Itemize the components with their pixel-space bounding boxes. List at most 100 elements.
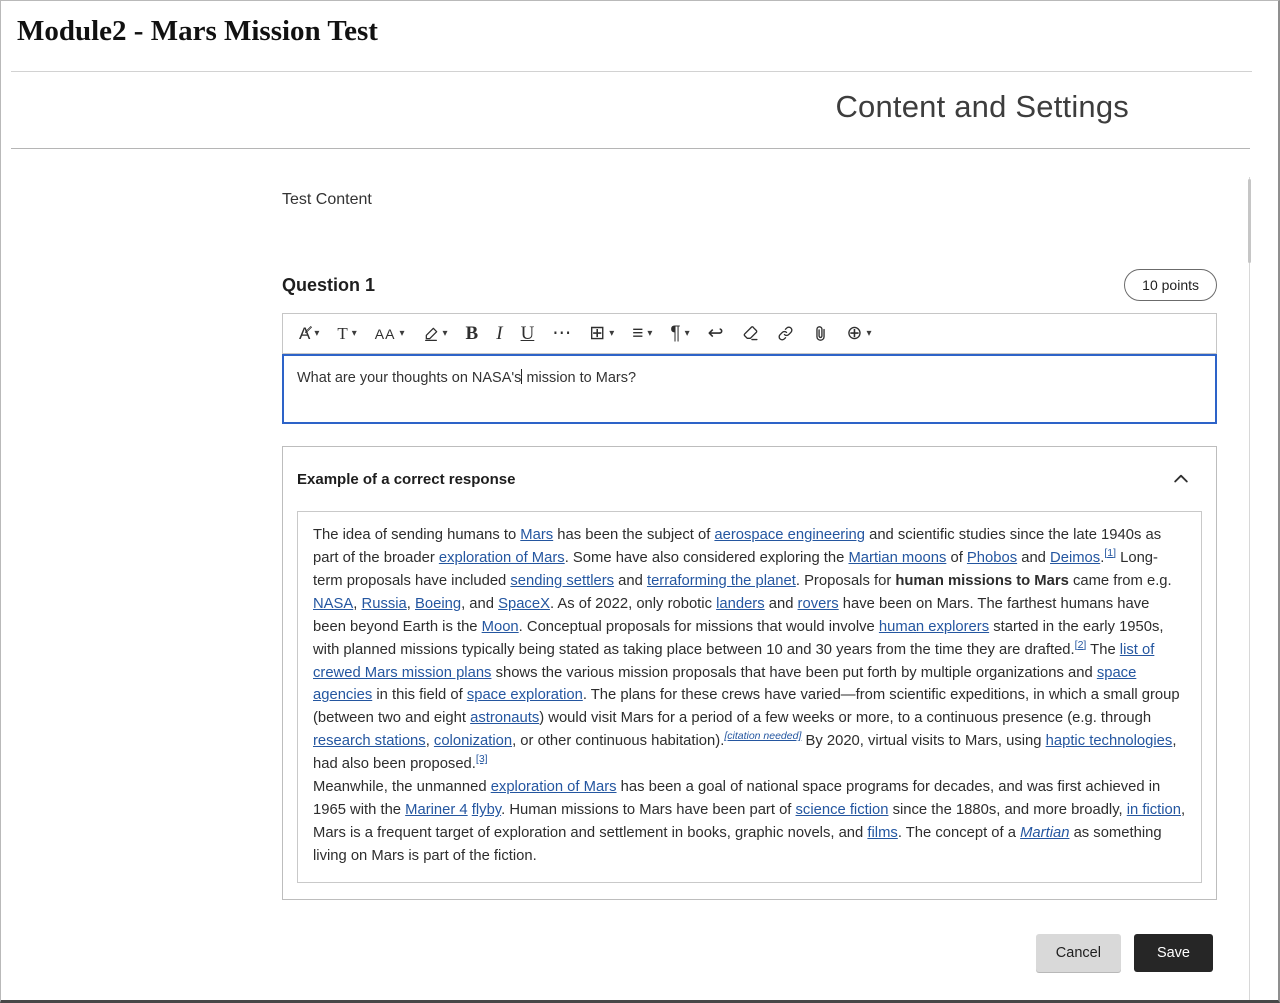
cancel-button[interactable]: Cancel — [1036, 934, 1121, 972]
undo-button[interactable]: ↩ — [700, 320, 732, 347]
section-divider — [11, 148, 1250, 149]
highlight-icon — [423, 326, 439, 342]
italic-icon: I — [496, 324, 502, 343]
insert-content-button[interactable]: ⊕ ▾ — [839, 320, 880, 347]
paragraph-style-button[interactable]: ¶ ▾ — [662, 320, 697, 347]
text-link[interactable]: [1] — [1104, 547, 1116, 559]
text-run: By 2020, virtual visits to Mars, using — [801, 733, 1045, 749]
text-link[interactable]: aerospace engineering — [714, 527, 865, 543]
text-link[interactable]: [citation needed] — [724, 730, 801, 742]
text-run: , or other continuous habitation). — [512, 733, 724, 749]
scrollbar-thumb[interactable] — [1248, 179, 1251, 263]
pen-icon — [304, 325, 313, 334]
insert-table-button[interactable]: ⊞ ▾ — [581, 320, 622, 347]
text-link[interactable]: colonization — [434, 733, 512, 749]
text-run: , and — [461, 596, 498, 612]
text-run: Meanwhile, the unmanned — [313, 779, 491, 795]
test-content-label: Test Content — [282, 191, 1217, 209]
text-link[interactable]: NASA — [313, 596, 353, 612]
text-link[interactable]: Mariner 4 — [405, 802, 468, 818]
chevron-down-icon: ▾ — [443, 329, 448, 339]
text-run: . Conceptual proposals for missions that… — [519, 619, 879, 635]
underline-button[interactable]: U — [513, 320, 543, 347]
text-link[interactable]: Phobos — [967, 550, 1017, 566]
text-run: , — [426, 733, 434, 749]
more-options-button[interactable]: ⋯ — [544, 320, 579, 347]
example-response-text: The idea of sending humans to Mars has b… — [297, 511, 1202, 883]
save-button[interactable]: Save — [1134, 934, 1213, 972]
editor-text-before-caret: What are your thoughts on NASA's — [297, 370, 521, 386]
text-link[interactable]: Moon — [482, 619, 519, 635]
highlight-button[interactable]: ▾ — [415, 322, 456, 346]
paragraph-style-icon: ¶ — [670, 324, 680, 343]
question-text-editor[interactable]: What are your thoughts on NASA's mission… — [282, 354, 1217, 424]
plus-circle-icon: ⊕ — [847, 324, 863, 343]
text-link[interactable]: films — [867, 825, 897, 841]
question-header-row: Question 1 10 points — [282, 269, 1217, 301]
text-link[interactable]: Martian — [1020, 825, 1069, 841]
text-run: ) would visit Mars for a period of a few… — [539, 710, 1151, 726]
text-link[interactable]: human explorers — [879, 619, 989, 635]
underline-icon: U — [521, 324, 535, 343]
insert-table-icon: ⊞ — [589, 324, 605, 343]
text-link[interactable]: science fiction — [796, 802, 889, 818]
text-link[interactable]: sending settlers — [510, 573, 614, 589]
text-link[interactable]: Deimos — [1050, 550, 1100, 566]
text-link[interactable]: SpaceX — [498, 596, 550, 612]
sup-reference: [3] — [476, 753, 488, 765]
text-run: has been the subject of — [553, 527, 714, 543]
chevron-down-icon: ▾ — [352, 329, 357, 339]
text-link[interactable]: exploration of Mars — [439, 550, 565, 566]
example-paragraph: The idea of sending humans to Mars has b… — [313, 524, 1186, 776]
text-run: came from e.g. — [1069, 573, 1172, 589]
text-link[interactable]: astronauts — [470, 710, 539, 726]
text-run: and — [614, 573, 647, 589]
link-icon — [777, 325, 794, 342]
text-run: , — [407, 596, 415, 612]
chevron-down-icon: ▾ — [609, 329, 614, 339]
text-link[interactable]: rovers — [798, 596, 839, 612]
text-link[interactable]: landers — [716, 596, 765, 612]
text-run: shows the various mission proposals that… — [491, 665, 1096, 681]
text-run: and — [765, 596, 798, 612]
text-run: of — [946, 550, 967, 566]
text-run: The — [1086, 642, 1119, 658]
text-link[interactable]: Boeing — [415, 596, 461, 612]
text-color-button[interactable]: A ▾ — [291, 321, 327, 346]
text-link[interactable]: [2] — [1075, 639, 1087, 651]
font-size-button[interactable]: AA ▾ — [367, 323, 413, 345]
text-link[interactable]: haptic technologies — [1046, 733, 1173, 749]
text-link[interactable]: Martian moons — [848, 550, 946, 566]
text-run: . Proposals for — [796, 573, 896, 589]
text-link[interactable]: Russia — [362, 596, 407, 612]
scrollbar-track[interactable] — [1249, 177, 1250, 1000]
bold-button[interactable]: B — [458, 320, 487, 347]
align-button[interactable]: ≡ ▾ — [624, 320, 660, 347]
insert-link-button[interactable] — [769, 321, 802, 346]
text-link[interactable]: [3] — [476, 753, 488, 765]
example-panel-header[interactable]: Example of a correct response — [283, 447, 1216, 505]
paperclip-icon — [812, 325, 829, 342]
clear-formatting-button[interactable] — [734, 321, 767, 346]
chevron-down-icon: ▾ — [685, 329, 690, 339]
attach-file-button[interactable] — [804, 321, 837, 346]
text-run: since the 1880s, and more broadly, — [888, 802, 1126, 818]
sup-reference: [citation needed] — [724, 730, 801, 742]
chevron-up-icon[interactable] — [1171, 469, 1191, 489]
text-link[interactable]: space exploration — [467, 687, 583, 703]
font-style-button[interactable]: T ▾ — [329, 321, 364, 346]
text-link[interactable]: flyby — [472, 802, 501, 818]
example-panel-title: Example of a correct response — [297, 471, 515, 488]
italic-button[interactable]: I — [488, 320, 510, 347]
text-link[interactable]: research stations — [313, 733, 426, 749]
bold-icon: B — [466, 324, 479, 343]
chevron-down-icon: ▾ — [399, 329, 404, 339]
sup-reference: [2] — [1075, 639, 1087, 651]
points-badge[interactable]: 10 points — [1124, 269, 1217, 301]
page-title: Module2 - Mars Mission Test — [17, 15, 1278, 48]
text-run: The idea of sending humans to — [313, 527, 520, 543]
text-link[interactable]: Mars — [520, 527, 553, 543]
text-link[interactable]: in fiction — [1127, 802, 1181, 818]
text-link[interactable]: exploration of Mars — [491, 779, 617, 795]
text-link[interactable]: terraforming the planet — [647, 573, 796, 589]
